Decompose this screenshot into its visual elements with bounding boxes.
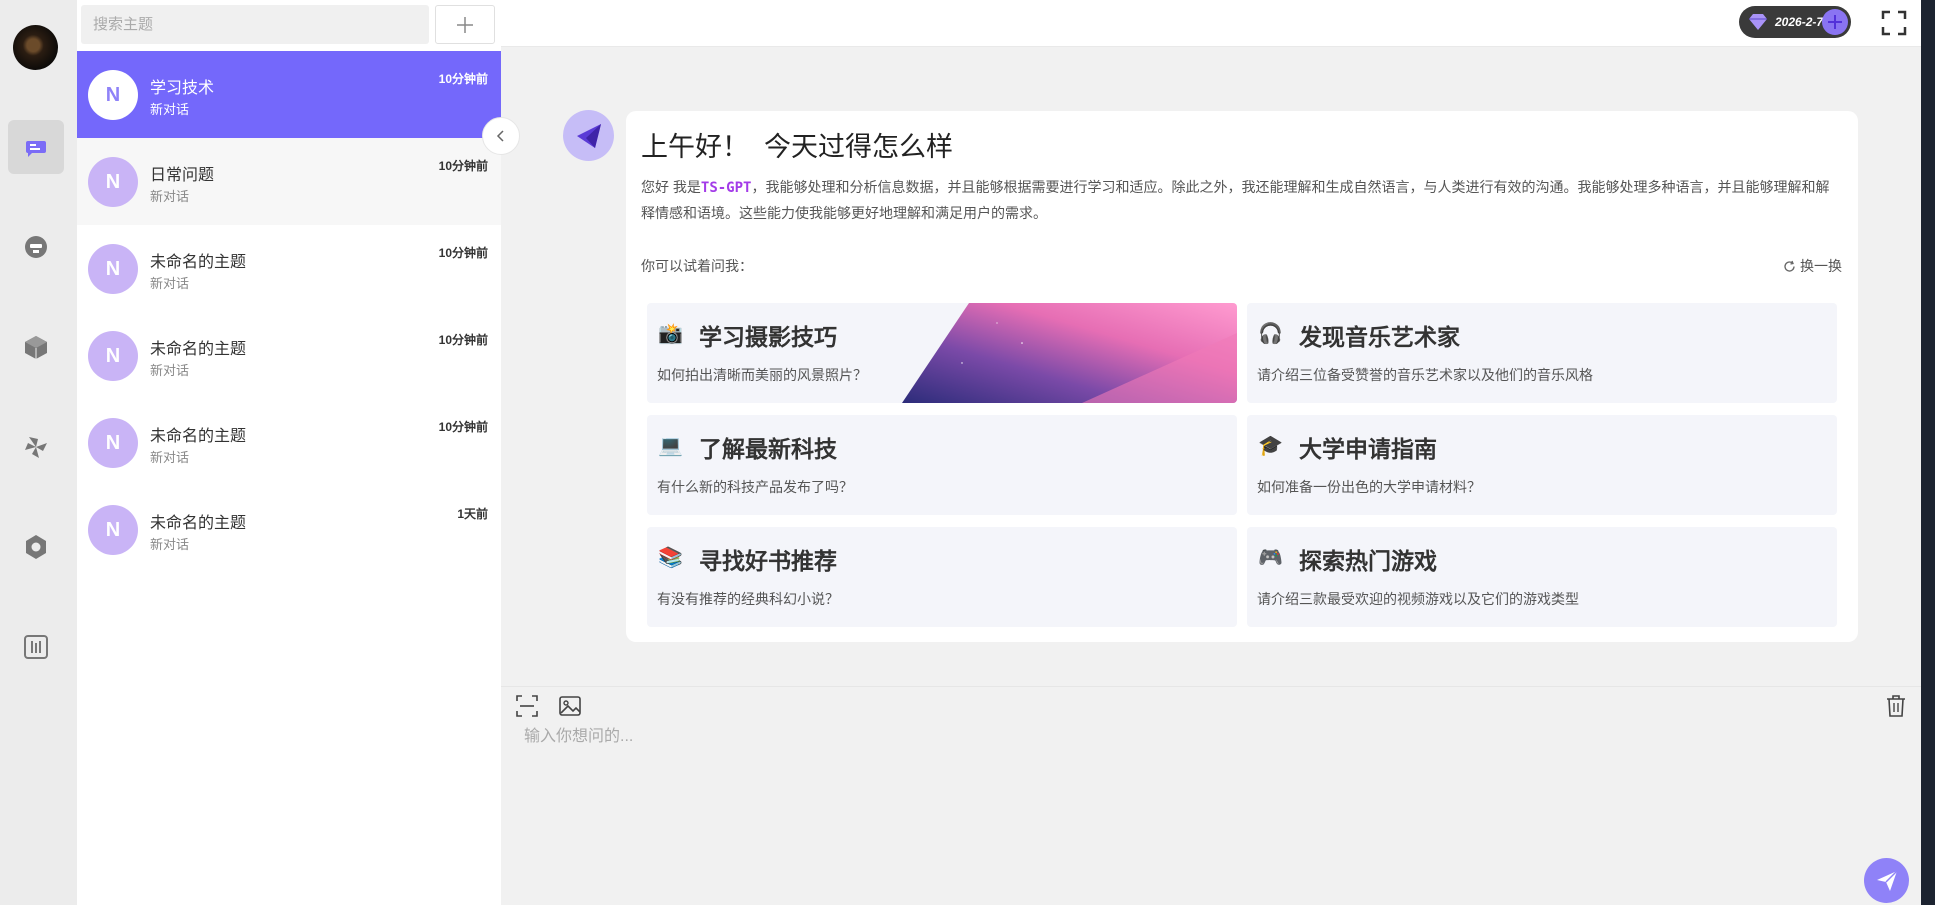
topic-item[interactable]: N 未命名的主题 新对话 10分钟前 [77, 225, 501, 312]
refresh-button[interactable]: 换一换 [1783, 256, 1842, 276]
topic-subtitle: 新对话 [150, 102, 190, 117]
cube-icon[interactable] [8, 320, 64, 374]
topic-time: 10分钟前 [438, 333, 488, 347]
topic-title: 未命名的主题 [150, 341, 247, 358]
vip-badge[interactable]: 2026-2-7 [1739, 6, 1851, 38]
image-icon[interactable] [557, 693, 583, 719]
window-edge [1921, 0, 1935, 905]
plus-icon [457, 16, 473, 33]
topic-title: 未命名的主题 [150, 428, 247, 445]
app-rail [0, 0, 77, 905]
suggestion-title: 大学申请指南 [1299, 436, 1437, 462]
suggestion-card[interactable]: 🎓 大学申请指南 如何准备一份出色的大学申请材料？ [1247, 415, 1837, 515]
fullscreen-icon[interactable] [1880, 9, 1908, 37]
topic-subtitle: 新对话 [150, 537, 190, 552]
topic-time: 10分钟前 [438, 159, 488, 173]
intro-suffix: ，我能够处理和分析信息数据，并且能够根据需要进行学习和适应。除此之外，我还能理解… [641, 179, 1830, 221]
composer [501, 686, 1921, 905]
topic-panel: N 学习技术 新对话 10分钟前 N 日常问题 新对话 10分钟前 N 未命名的… [77, 0, 501, 905]
topic-title: 未命名的主题 [150, 515, 247, 532]
sliders-icon[interactable] [8, 620, 64, 674]
topic-item[interactable]: N 学习技术 新对话 10分钟前 [77, 51, 501, 138]
suggestion-desc: 有什么新的科技产品发布了吗？ [657, 479, 853, 495]
suggestion-title: 了解最新科技 [699, 436, 837, 462]
send-icon [1876, 869, 1898, 891]
brand-name: TS-GPT [700, 180, 752, 196]
camera-icon: 📸 [658, 323, 683, 345]
topic-item[interactable]: N 未命名的主题 新对话 10分钟前 [77, 399, 501, 486]
vip-add-icon[interactable] [1822, 9, 1848, 35]
search-input[interactable] [81, 5, 429, 44]
intro-text: 您好 我是TS-GPT，我能够处理和分析信息数据，并且能够根据需要进行学习和适应… [641, 175, 1831, 226]
user-avatar[interactable] [13, 25, 58, 70]
suggestion-card[interactable]: 💻 了解最新科技 有什么新的科技产品发布了吗？ [647, 415, 1237, 515]
topic-item[interactable]: N 未命名的主题 新对话 1天前 [77, 486, 501, 573]
gear-icon[interactable] [8, 520, 64, 574]
topic-time: 10分钟前 [438, 420, 488, 434]
topic-avatar: N [88, 244, 138, 294]
topic-avatar: N [88, 70, 138, 120]
send-button[interactable] [1864, 858, 1909, 903]
robot-icon[interactable] [8, 220, 64, 274]
suggestion-desc: 如何准备一份出色的大学申请材料？ [1257, 479, 1481, 495]
chevron-left-icon [496, 130, 504, 142]
suggestion-card[interactable]: 📸 学习摄影技巧 如何拍出清晰而美丽的风景照片？ [647, 303, 1237, 403]
laptop-icon: 💻 [658, 435, 683, 457]
topic-subtitle: 新对话 [150, 189, 190, 204]
headphones-icon: 🎧 [1258, 323, 1283, 345]
scan-icon[interactable] [514, 693, 540, 719]
suggestion-title: 探索热门游戏 [1299, 548, 1437, 574]
topic-avatar: N [88, 505, 138, 555]
chat-bubbles-icon[interactable] [8, 120, 64, 174]
assistant-avatar [563, 110, 614, 161]
diamond-icon [1749, 14, 1767, 30]
topic-avatar: N [88, 157, 138, 207]
topic-title: 未命名的主题 [150, 254, 247, 271]
topic-time: 10分钟前 [438, 246, 488, 260]
refresh-label: 换一换 [1800, 258, 1842, 274]
books-icon: 📚 [658, 547, 683, 569]
suggestion-desc: 请介绍三款最受欢迎的视频游戏以及它们的游戏类型 [1257, 591, 1579, 607]
topic-item[interactable]: N 日常问题 新对话 10分钟前 [77, 138, 501, 225]
greeting-title: 上午好！ 今天过得怎么样 [641, 132, 954, 162]
gamepad-icon: 🎮 [1258, 547, 1283, 569]
top-bar [501, 0, 1935, 47]
collapse-panel-button[interactable] [482, 117, 520, 155]
topic-title: 日常问题 [150, 167, 215, 184]
message-input[interactable] [524, 723, 1884, 751]
suggestion-desc: 请介绍三位备受赞誉的音乐艺术家以及他们的音乐风格 [1257, 367, 1593, 383]
welcome-card: 上午好！ 今天过得怎么样 您好 我是TS-GPT，我能够处理和分析信息数据，并且… [626, 111, 1858, 642]
topic-title: 学习技术 [150, 80, 215, 97]
topic-avatar: N [88, 418, 138, 468]
topic-avatar: N [88, 331, 138, 381]
topic-time: 1天前 [457, 507, 488, 521]
trash-icon[interactable] [1883, 693, 1909, 719]
suggestion-title: 学习摄影技巧 [699, 324, 837, 350]
suggestion-card[interactable]: 🎧 发现音乐艺术家 请介绍三位备受赞誉的音乐艺术家以及他们的音乐风格 [1247, 303, 1837, 403]
suggestion-card[interactable]: 📚 寻找好书推荐 有没有推荐的经典科幻小说？ [647, 527, 1237, 627]
graduation-cap-icon: 🎓 [1258, 435, 1283, 457]
vip-expiry-date: 2026-2-7 [1775, 15, 1824, 29]
suggestion-title: 寻找好书推荐 [699, 548, 837, 574]
add-topic-button[interactable] [435, 5, 495, 44]
topic-subtitle: 新对话 [150, 363, 190, 378]
topic-subtitle: 新对话 [150, 450, 190, 465]
suggestion-title: 发现音乐艺术家 [1299, 324, 1460, 350]
paper-plane-logo-icon [576, 123, 601, 148]
topic-time: 10分钟前 [438, 72, 488, 86]
try-ask-label: 你可以试着问我： [641, 258, 753, 274]
refresh-icon [1784, 260, 1795, 272]
topic-item[interactable]: N 未命名的主题 新对话 10分钟前 [77, 312, 501, 399]
suggestion-desc: 如何拍出清晰而美丽的风景照片？ [657, 367, 867, 383]
photography-banner-image [902, 303, 1237, 403]
suggestion-card[interactable]: 🎮 探索热门游戏 请介绍三款最受欢迎的视频游戏以及它们的游戏类型 [1247, 527, 1837, 627]
intro-prefix: 您好 我是 [641, 179, 701, 195]
suggestion-desc: 有没有推荐的经典科幻小说？ [657, 591, 839, 607]
topic-subtitle: 新对话 [150, 276, 190, 291]
pinwheel-icon[interactable] [8, 420, 64, 474]
